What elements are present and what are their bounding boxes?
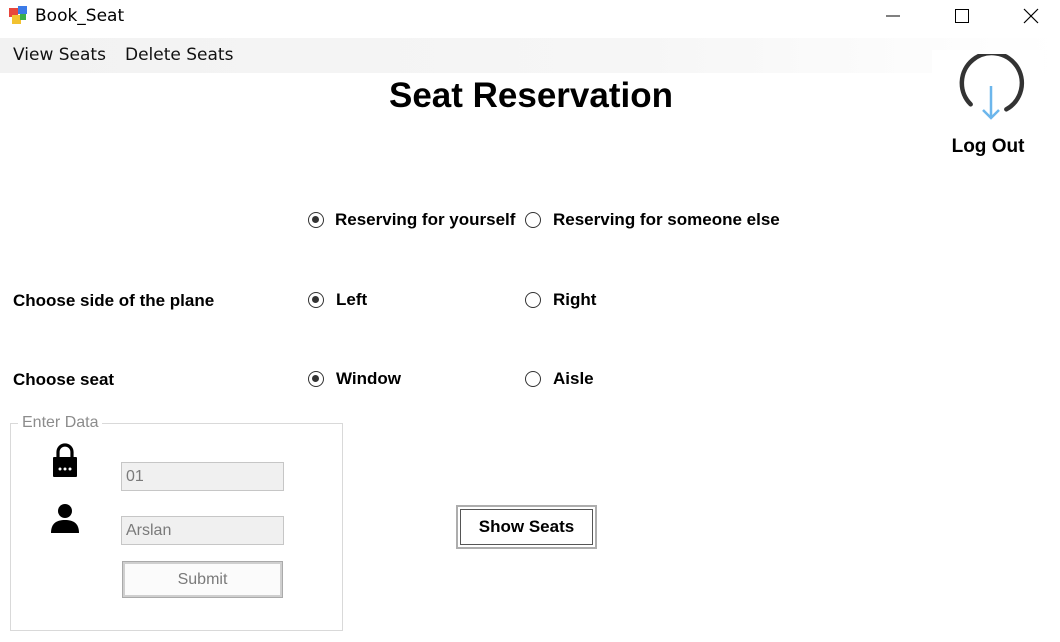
app-icon bbox=[9, 6, 27, 24]
close-icon bbox=[1023, 8, 1039, 24]
radio-selected-indicator[interactable] bbox=[308, 212, 324, 228]
enter-data-caption: Enter Data bbox=[18, 414, 103, 432]
radio-side-left[interactable]: Left bbox=[308, 290, 367, 310]
name-field[interactable] bbox=[121, 516, 284, 545]
radio-label: Right bbox=[553, 290, 597, 309]
radio-reserving-someone-else[interactable]: Reserving for someone else bbox=[525, 210, 780, 230]
radio-label: Window bbox=[336, 369, 401, 388]
page-title: Seat Reservation bbox=[373, 74, 689, 117]
maximize-icon bbox=[955, 9, 969, 23]
logout-power-icon[interactable] bbox=[956, 50, 1026, 124]
submit-button[interactable]: Submit bbox=[122, 561, 283, 598]
menu-item-view-seats[interactable]: View Seats bbox=[13, 45, 106, 65]
window-title: Book_Seat bbox=[35, 6, 125, 26]
user-icon bbox=[50, 503, 80, 538]
radio-label: Reserving for someone else bbox=[553, 210, 780, 229]
radio-label: Left bbox=[336, 290, 368, 309]
seat-label: Choose seat bbox=[13, 370, 115, 389]
radio-selected-indicator[interactable] bbox=[308, 292, 324, 308]
plane-side-label: Choose side of the plane bbox=[13, 291, 215, 310]
radio-seat-window[interactable]: Window bbox=[308, 369, 401, 389]
radio-selected-indicator[interactable] bbox=[308, 371, 324, 387]
lock-icon bbox=[52, 443, 78, 482]
seat-id-field[interactable] bbox=[121, 462, 284, 491]
radio-unselected-indicator[interactable] bbox=[525, 371, 541, 387]
radio-seat-aisle[interactable]: Aisle bbox=[525, 369, 594, 389]
minimize-icon bbox=[886, 15, 900, 17]
radio-unselected-indicator[interactable] bbox=[525, 212, 541, 228]
close-button[interactable] bbox=[1008, 0, 1054, 32]
radio-label: Aisle bbox=[553, 369, 594, 388]
show-seats-button[interactable]: Show Seats bbox=[456, 505, 597, 549]
radio-side-right[interactable]: Right bbox=[525, 290, 596, 310]
logout-label[interactable]: Log Out bbox=[932, 136, 1044, 158]
radio-unselected-indicator[interactable] bbox=[525, 292, 541, 308]
radio-reserving-yourself[interactable]: Reserving for yourself bbox=[308, 210, 515, 230]
menu-item-delete-seats[interactable]: Delete Seats bbox=[125, 45, 233, 65]
maximize-button[interactable] bbox=[939, 0, 985, 32]
minimize-button[interactable] bbox=[870, 0, 916, 32]
radio-label: Reserving for yourself bbox=[335, 210, 516, 229]
